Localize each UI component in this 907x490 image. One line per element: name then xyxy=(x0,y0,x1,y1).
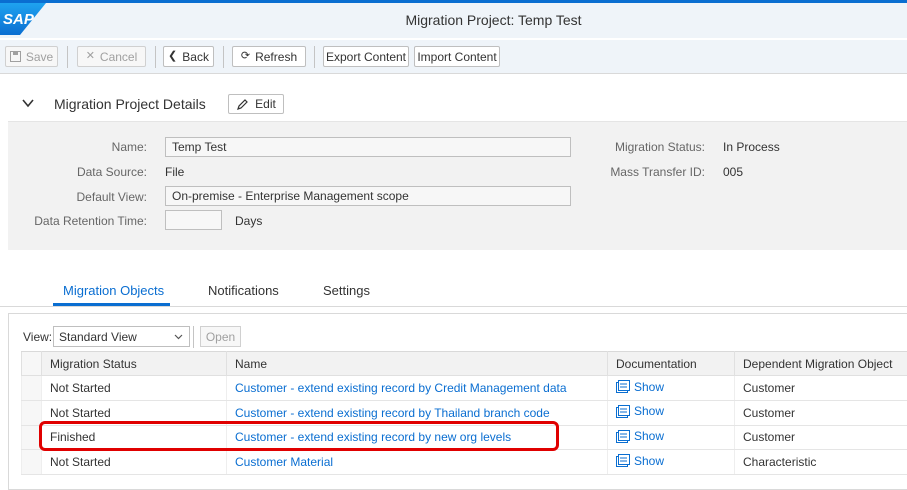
export-label: Export Content xyxy=(325,49,407,64)
row-status: Not Started xyxy=(41,375,227,401)
show-label: Show xyxy=(634,404,665,419)
row-name-link[interactable]: Customer Material xyxy=(226,449,608,475)
cancel-button[interactable]: ✕ Cancel xyxy=(77,46,146,67)
default-view-field[interactable]: On-premise - Enterprise Management scope xyxy=(165,186,571,206)
import-label: Import Content xyxy=(417,49,497,64)
data-retention-field[interactable] xyxy=(165,210,222,230)
row-dependent: Customer xyxy=(734,400,907,426)
save-button[interactable]: Save xyxy=(5,46,58,67)
cancel-icon: ✕ xyxy=(85,50,95,62)
save-label: Save xyxy=(25,49,54,64)
name-field[interactable]: Temp Test xyxy=(165,137,571,157)
table-row[interactable]: Finished Customer - extend existing reco… xyxy=(21,425,907,451)
view-select[interactable]: Standard View xyxy=(53,326,190,347)
table-row[interactable]: Not Started Customer - extend existing r… xyxy=(21,375,907,401)
table-row[interactable]: Not Started Customer Material Show Chara… xyxy=(21,449,907,475)
toolbar-separator xyxy=(67,46,68,68)
default-view-label: Default View: xyxy=(76,190,147,204)
toolbar: Save ✕ Cancel ❮ Back ⟳ Refresh Export Co… xyxy=(0,40,907,74)
open-button[interactable]: Open xyxy=(200,326,241,347)
show-label: Show xyxy=(634,379,665,394)
row-documentation: Show xyxy=(607,425,735,451)
row-selector[interactable] xyxy=(21,375,42,401)
row-status: Not Started xyxy=(41,400,227,426)
row-selector[interactable] xyxy=(21,425,42,451)
row-dependent: Customer xyxy=(734,375,907,401)
export-content-button[interactable]: Export Content xyxy=(323,46,409,67)
save-icon xyxy=(9,51,21,62)
chevron-down-icon xyxy=(174,334,183,340)
row-status: Finished xyxy=(41,425,227,451)
toolbar-separator xyxy=(223,46,224,68)
project-details-panel: Migration Project Details Edit Name: Tem… xyxy=(8,84,907,250)
show-label: Show xyxy=(634,453,665,468)
row-status: Not Started xyxy=(41,449,227,475)
tab-migration-objects[interactable]: Migration Objects xyxy=(63,283,164,298)
toolbar-separator xyxy=(193,326,194,348)
back-button[interactable]: ❮ Back xyxy=(163,46,214,67)
document-icon xyxy=(616,404,630,418)
document-icon xyxy=(616,429,630,443)
row-name-link[interactable]: Customer - extend existing record by Tha… xyxy=(226,400,608,426)
toolbar-separator xyxy=(314,46,315,68)
col-name[interactable]: Name xyxy=(226,351,608,376)
row-name-link[interactable]: Customer - extend existing record by new… xyxy=(226,425,608,451)
row-documentation: Show xyxy=(607,375,735,401)
tab-notifications[interactable]: Notifications xyxy=(208,283,279,298)
edit-pencil-icon xyxy=(237,98,249,110)
mass-transfer-value: 005 xyxy=(723,165,744,179)
data-source-label: Data Source: xyxy=(76,165,147,179)
col-dependent-object[interactable]: Dependent Migration Object xyxy=(734,351,907,376)
row-name-link[interactable]: Customer - extend existing record by Cre… xyxy=(226,375,608,401)
document-icon xyxy=(616,380,630,394)
col-migration-status[interactable]: Migration Status xyxy=(41,351,227,376)
data-retention-label: Data Retention Time: xyxy=(34,214,147,228)
migration-objects-table: Migration Status Name Documentation Depe… xyxy=(21,351,907,475)
table-header-row: Migration Status Name Documentation Depe… xyxy=(21,351,907,376)
tab-divider xyxy=(0,306,907,307)
show-link[interactable]: Show xyxy=(616,429,664,443)
refresh-button[interactable]: ⟳ Refresh xyxy=(232,46,306,67)
refresh-icon: ⟳ xyxy=(240,50,251,62)
view-select-value: Standard View xyxy=(59,329,137,344)
import-content-button[interactable]: Import Content xyxy=(414,46,500,67)
show-link[interactable]: Show xyxy=(616,454,664,468)
show-link[interactable]: Show xyxy=(616,380,664,394)
document-icon xyxy=(616,454,630,468)
back-label: Back xyxy=(182,49,209,64)
details-header: Migration Project Details Edit xyxy=(8,84,907,122)
row-selector[interactable] xyxy=(21,400,42,426)
window-title: Migration Project: Temp Test xyxy=(405,12,582,28)
row-documentation: Show xyxy=(607,449,735,475)
tab-settings[interactable]: Settings xyxy=(323,283,370,298)
data-retention-unit: Days xyxy=(235,214,263,228)
row-selector[interactable] xyxy=(21,449,42,475)
row-dependent: Characteristic xyxy=(734,449,907,475)
back-icon: ❮ xyxy=(168,50,178,62)
row-documentation: Show xyxy=(607,400,735,426)
chevron-down-icon[interactable] xyxy=(22,97,34,109)
col-documentation[interactable]: Documentation xyxy=(607,351,735,376)
view-label: View: xyxy=(23,330,53,344)
cancel-label: Cancel xyxy=(99,49,138,64)
toolbar-separator xyxy=(155,46,156,68)
row-dependent: Customer xyxy=(734,425,907,451)
name-label: Name: xyxy=(111,140,147,154)
edit-button[interactable]: Edit xyxy=(228,94,284,114)
show-label: Show xyxy=(634,429,665,444)
select-all-column[interactable] xyxy=(21,351,42,376)
shell-bar: SAP Migration Project: Temp Test xyxy=(0,0,907,38)
migration-status-label: Migration Status: xyxy=(614,140,705,154)
migration-status-value: In Process xyxy=(723,140,780,154)
show-link[interactable]: Show xyxy=(616,404,664,418)
refresh-label: Refresh xyxy=(255,49,298,64)
edit-label: Edit xyxy=(255,97,276,111)
migration-objects-table-area: View: Standard View Open Migration Statu… xyxy=(8,313,907,490)
table-row[interactable]: Not Started Customer - extend existing r… xyxy=(21,400,907,426)
mass-transfer-label: Mass Transfer ID: xyxy=(610,165,705,179)
details-title: Migration Project Details xyxy=(54,96,206,112)
data-source-value: File xyxy=(165,165,185,179)
